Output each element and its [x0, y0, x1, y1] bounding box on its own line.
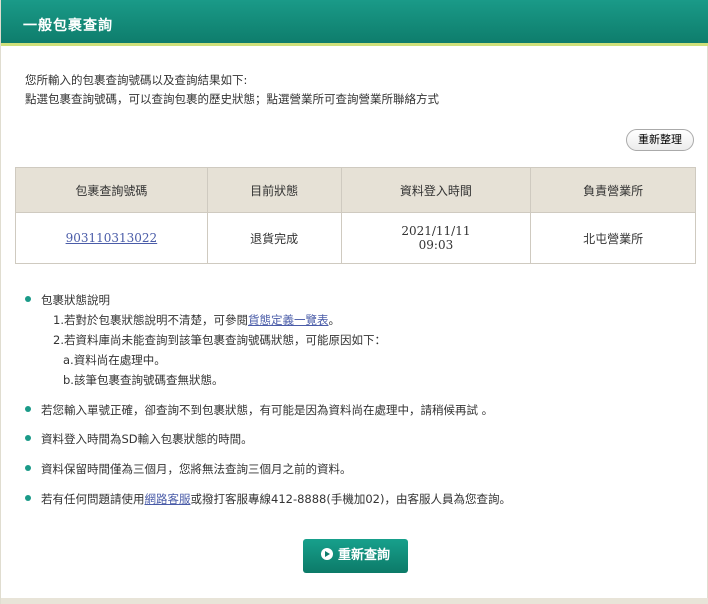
note-item-1-suffix: 。: [328, 313, 340, 327]
header-office: 負責營業所: [530, 167, 696, 213]
status-cell: 退貨完成: [206, 212, 342, 264]
note-item-1: 1.若對於包裹狀態說明不清楚，可參閱貨態定義一覽表。: [41, 310, 386, 330]
online-support-link[interactable]: 網路客服: [145, 492, 191, 506]
note-reason-b: b.該筆包裹查詢號碼查無狀態。: [63, 373, 224, 387]
bullet-icon: [25, 406, 31, 412]
table-header-row: 包裹查詢號碼 目前狀態 資料登入時間 負責營業所: [15, 167, 696, 213]
note-retention-text: 資料保留時間僅為三個月，您將無法查詢三個月之前的資料。: [41, 462, 352, 476]
table-row: 903110313022 退貨完成 2021/11/11 09:03 北屯營業所: [15, 212, 696, 264]
note-contact: 若有任何問題請使用網路客服或撥打客服專線412-8888(手機加02)，由客服人…: [23, 489, 693, 509]
bullet-icon: [25, 465, 31, 471]
page-header: 一般包裹查詢: [1, 0, 708, 46]
page-title: 一般包裹查詢: [23, 18, 113, 34]
note-processing: 若您輸入單號正確，卻查詢不到包裹狀態，有可能是因為資料尚在處理中，請稍候再試 。: [23, 400, 693, 420]
note-item-2: 2.若資料庫尚未能查詢到該筆包裹查詢號碼狀態，可能原因如下：: [53, 333, 386, 347]
requery-label: 重新查詢: [337, 548, 390, 563]
note-login-time-text: 資料登入時間為SD輸入包裹狀態的時間。: [41, 432, 253, 446]
page-frame: 一般包裹查詢 您所輸入的包裹查詢號碼以及查詢結果如下: 點選包裹查詢號碼，可以查…: [0, 0, 708, 604]
requery-button[interactable]: 重新查詢: [303, 539, 408, 573]
intro-line-2: 點選包裹查詢號碼，可以查詢包裹的歷史狀態；點選營業所可查詢營業所聯絡方式: [25, 92, 439, 106]
tracking-number-cell: 903110313022: [15, 212, 208, 264]
note-item-1-text: 1.若對於包裹狀態說明不清楚，可參閱: [53, 313, 248, 327]
play-circle-icon: [320, 548, 333, 560]
note-contact-prefix: 若有任何問題請使用: [41, 492, 145, 506]
note-title: 包裹狀態說明: [41, 293, 110, 307]
login-time: 09:03: [418, 238, 454, 252]
header-login-time: 資料登入時間: [340, 167, 532, 213]
status-definition-link[interactable]: 貨態定義一覽表: [248, 313, 329, 327]
intro-text: 您所輸入的包裹查詢號碼以及查詢結果如下: 點選包裹查詢號碼，可以查詢包裹的歷史狀…: [25, 71, 439, 109]
note-contact-text: 若有任何問題請使用網路客服或撥打客服專線412-8888(手機加02)，由客服人…: [41, 489, 693, 509]
intro-line-1: 您所輸入的包裹查詢號碼以及查詢結果如下:: [25, 73, 248, 87]
bullet-icon: [25, 296, 31, 302]
note-reason-a: a.資料尚在處理中。: [63, 353, 166, 367]
bullet-icon: [25, 435, 31, 441]
results-table: 包裹查詢號碼 目前狀態 資料登入時間 負責營業所 903110313022 退貨…: [15, 167, 696, 264]
note-retention: 資料保留時間僅為三個月，您將無法查詢三個月之前的資料。: [23, 459, 693, 479]
refresh-button[interactable]: 重新整理: [626, 129, 694, 151]
note-login-time: 資料登入時間為SD輸入包裹狀態的時間。: [23, 429, 693, 449]
note-processing-text: 若您輸入單號正確，卻查詢不到包裹狀態，有可能是因為資料尚在處理中，請稍候再試 。: [41, 403, 494, 417]
bottom-border: [1, 598, 708, 604]
note-status-description: 包裹狀態說明 1.若對於包裹狀態說明不清楚，可參閱貨態定義一覽表。 2.若資料庫…: [23, 290, 386, 390]
office-cell[interactable]: 北屯營業所: [530, 212, 696, 264]
login-time-cell: 2021/11/11 09:03: [340, 212, 532, 264]
header-tracking-number: 包裹查詢號碼: [15, 167, 208, 213]
header-current-status: 目前狀態: [206, 167, 342, 213]
note-contact-suffix: 或撥打客服專線412-8888(手機加02)，由客服人員為您查詢。: [190, 492, 511, 506]
bullet-icon: [25, 495, 31, 501]
tracking-number-link[interactable]: 903110313022: [66, 231, 158, 245]
login-date: 2021/11/11: [401, 224, 471, 238]
